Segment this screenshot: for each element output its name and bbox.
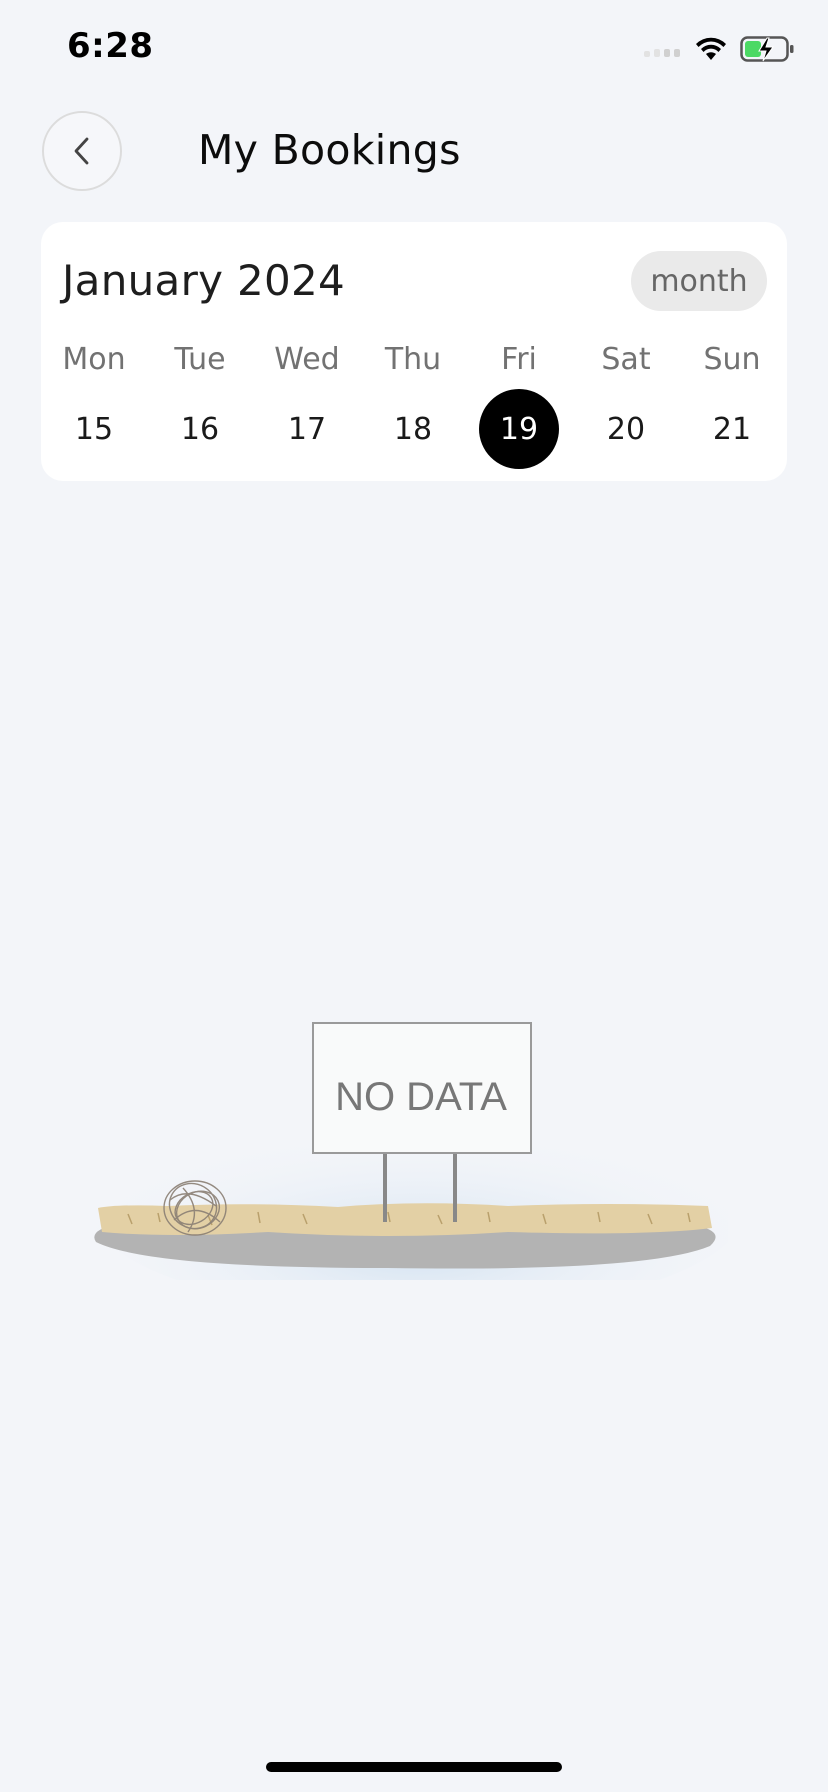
empty-state-illustration: NO DATA — [88, 1010, 728, 1280]
chevron-left-icon — [74, 137, 89, 165]
day-name: Thu — [384, 342, 442, 377]
status-time: 6:28 — [67, 26, 154, 66]
empty-landscape-graphic — [88, 1022, 728, 1280]
day-number: 19 — [499, 411, 539, 447]
battery-charging-icon — [740, 36, 794, 62]
day-number: 16 — [180, 411, 220, 447]
selected-day-indicator: 19 — [479, 389, 559, 469]
day-name: Tue — [174, 342, 226, 377]
day-name: Mon — [62, 342, 126, 377]
day-number: 15 — [74, 411, 114, 447]
back-button[interactable] — [42, 111, 122, 191]
day-name: Sat — [601, 342, 651, 377]
week-calendar: January 2024 month Mon 15 Tue 16 Wed 17 … — [41, 222, 787, 481]
status-bar: 6:28 — [0, 0, 828, 100]
day-name: Wed — [274, 342, 340, 377]
day-number: 21 — [712, 411, 752, 447]
day-number: 18 — [393, 411, 433, 447]
cellular-signal-icon — [644, 49, 680, 57]
status-icons — [644, 34, 796, 64]
page-title: My Bookings — [198, 126, 461, 174]
day-name: Sun — [703, 342, 761, 377]
day-number: 20 — [606, 411, 646, 447]
home-indicator — [266, 1762, 562, 1772]
day-name: Fri — [501, 342, 537, 377]
month-view-toggle[interactable]: month — [631, 251, 767, 311]
no-data-label: NO DATA — [335, 1075, 507, 1119]
wifi-icon — [696, 37, 726, 60]
month-label: January 2024 — [62, 256, 346, 305]
day-number: 17 — [287, 411, 327, 447]
